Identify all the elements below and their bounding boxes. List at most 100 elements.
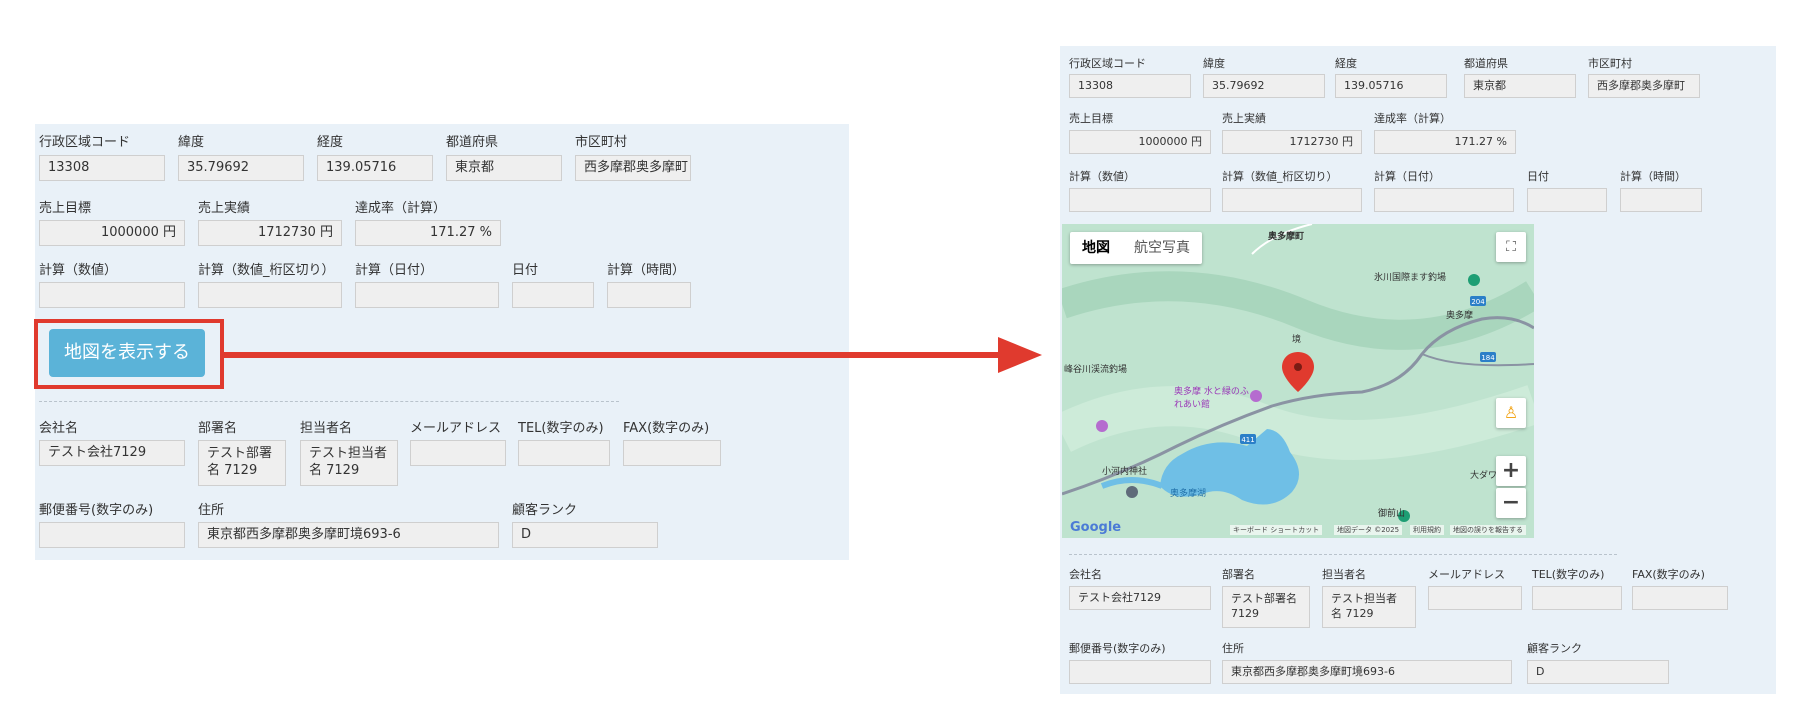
label-address: 住所 xyxy=(1222,642,1244,655)
place-fishing: 氷川国際ます釣場 xyxy=(1374,273,1447,283)
place-town: 奥多摩町 xyxy=(1268,232,1305,242)
map-tab-satellite[interactable]: 航空写真 xyxy=(1122,232,1202,264)
place-shrine: 小河内神社 xyxy=(1102,467,1148,477)
label-sales-actual: 売上実績 xyxy=(198,201,251,216)
longitude-field[interactable]: 139.05716 xyxy=(1335,74,1447,98)
department-field[interactable]: テスト部署名 7129 xyxy=(1222,586,1310,628)
email-field[interactable] xyxy=(1428,586,1522,610)
calc-date-field[interactable] xyxy=(1374,188,1514,212)
prefecture-field[interactable]: 東京都 xyxy=(1464,74,1576,98)
arrow-line xyxy=(224,352,1004,358)
label-longitude: 経度 xyxy=(1335,57,1357,70)
admin-code-field[interactable]: 13308 xyxy=(1069,74,1191,98)
map-footer-shortcuts[interactable]: キーボード ショートカット xyxy=(1230,525,1323,535)
place-park: 奥多摩 水と緑のふれあい館 xyxy=(1174,387,1249,410)
route-184-label: 184 xyxy=(1481,354,1495,362)
label-calc-time: 計算（時間） xyxy=(1620,170,1686,183)
label-zip: 郵便番号(数字のみ) xyxy=(39,503,154,518)
label-rank: 顧客ランク xyxy=(1527,642,1582,655)
map-footer-data: 地図データ ©2025 xyxy=(1334,525,1403,535)
label-longitude: 経度 xyxy=(317,135,344,150)
fishing-poi-icon[interactable] xyxy=(1468,274,1480,286)
label-calc-number: 計算（数値） xyxy=(39,263,118,278)
tel-field[interactable] xyxy=(518,440,610,466)
label-date: 日付 xyxy=(512,263,539,278)
sales-target-field[interactable]: 1000000 円 xyxy=(39,220,185,246)
zoom-in-icon[interactable]: + xyxy=(1496,456,1526,486)
label-sales-actual: 売上実績 xyxy=(1222,112,1266,125)
latitude-field[interactable]: 35.79692 xyxy=(1203,74,1325,98)
place-okutama: 奥多摩 xyxy=(1446,311,1474,321)
map-footer-terms[interactable]: 利用規約 xyxy=(1410,525,1444,535)
label-calc-number-sep: 計算（数値_桁区切り） xyxy=(198,263,335,278)
label-department: 部署名 xyxy=(198,421,238,436)
sales-actual-field[interactable]: 1712730 円 xyxy=(198,220,342,246)
label-fax: FAX(数字のみ) xyxy=(623,421,710,436)
place-valley: 峰谷川渓流釣場 xyxy=(1064,365,1128,375)
place-mountain: 御前山 xyxy=(1378,509,1406,519)
label-fax: FAX(数字のみ) xyxy=(1632,568,1705,581)
sales-actual-field[interactable]: 1712730 円 xyxy=(1222,130,1362,154)
calc-number-field[interactable] xyxy=(39,282,185,308)
city-field[interactable]: 西多摩郡奥多摩町 xyxy=(1588,74,1700,98)
pegman-icon[interactable]: ♙ xyxy=(1496,398,1526,428)
sales-target-field[interactable]: 1000000 円 xyxy=(1069,130,1211,154)
route-411-label: 411 xyxy=(1241,436,1254,444)
company-field[interactable]: テスト会社7129 xyxy=(39,440,185,466)
label-latitude: 緯度 xyxy=(1203,57,1225,70)
person-field[interactable]: テスト担当者名 7129 xyxy=(1322,586,1416,628)
map-footer-report[interactable]: 地図の誤りを報告する xyxy=(1450,525,1526,535)
zoom-out-icon[interactable]: − xyxy=(1496,488,1526,518)
label-city: 市区町村 xyxy=(1588,57,1632,70)
rank-field[interactable]: D xyxy=(1527,660,1669,684)
calc-number-field[interactable] xyxy=(1069,188,1211,212)
achievement-field[interactable]: 171.27 % xyxy=(355,220,501,246)
fullscreen-icon[interactable]: ⛶ xyxy=(1496,232,1526,262)
fax-field[interactable] xyxy=(1632,586,1728,610)
date-field[interactable] xyxy=(1527,188,1607,212)
label-company: 会社名 xyxy=(1069,568,1102,581)
label-prefecture: 都道府県 xyxy=(446,135,499,150)
email-field[interactable] xyxy=(410,440,506,466)
date-field[interactable] xyxy=(512,282,594,308)
calc-date-field[interactable] xyxy=(355,282,499,308)
map-canvas[interactable]: 204 184 411 xyxy=(1062,224,1534,538)
place-lake: 奥多摩湖 xyxy=(1170,489,1207,499)
latitude-field[interactable]: 35.79692 xyxy=(178,155,304,181)
poi-icon[interactable] xyxy=(1096,420,1108,432)
label-email: メールアドレス xyxy=(410,421,502,436)
longitude-field[interactable]: 139.05716 xyxy=(317,155,433,181)
achievement-field[interactable]: 171.27 % xyxy=(1374,130,1516,154)
fax-field[interactable] xyxy=(623,440,721,466)
tel-field[interactable] xyxy=(1532,586,1622,610)
admin-code-field[interactable]: 13308 xyxy=(39,155,165,181)
rank-field[interactable]: D xyxy=(512,522,658,548)
label-calc-number-sep: 計算（数値_桁区切り） xyxy=(1222,170,1338,183)
calc-number-sep-field[interactable] xyxy=(1222,188,1362,212)
form-panel-after: 行政区域コード 緯度 経度 都道府県 市区町村 13308 35.79692 1… xyxy=(1060,46,1776,694)
zip-field[interactable] xyxy=(39,522,185,548)
calc-time-field[interactable] xyxy=(1620,188,1702,212)
address-field[interactable]: 東京都西多摩郡奥多摩町境693-6 xyxy=(198,522,499,548)
label-email: メールアドレス xyxy=(1428,568,1505,581)
label-calc-number: 計算（数値） xyxy=(1069,170,1135,183)
arrow-head xyxy=(998,337,1042,373)
map-view[interactable]: 204 184 411 奥多摩町 氷川国際ます釣場 奥多摩 境 峰谷川渓流釣場 … xyxy=(1062,224,1534,538)
department-field[interactable]: テスト部署名 7129 xyxy=(198,440,286,486)
place-sakai: 境 xyxy=(1292,335,1302,345)
person-field[interactable]: テスト担当者名 7129 xyxy=(300,440,398,486)
address-field[interactable]: 東京都西多摩郡奥多摩町境693-6 xyxy=(1222,660,1512,684)
calc-time-field[interactable] xyxy=(607,282,691,308)
calc-number-sep-field[interactable] xyxy=(198,282,342,308)
zip-field[interactable] xyxy=(1069,660,1211,684)
map-type-control: 地図 航空写真 xyxy=(1070,232,1202,264)
company-field[interactable]: テスト会社7129 xyxy=(1069,586,1211,610)
label-admin-code: 行政区域コード xyxy=(39,135,131,150)
section-divider xyxy=(39,401,619,402)
map-tab-map[interactable]: 地図 xyxy=(1070,232,1122,264)
poi-icon[interactable] xyxy=(1126,486,1138,498)
label-rank: 顧客ランク xyxy=(512,503,578,518)
prefecture-field[interactable]: 東京都 xyxy=(446,155,562,181)
city-field[interactable]: 西多摩郡奥多摩町 xyxy=(575,155,691,181)
label-calc-time: 計算（時間） xyxy=(607,263,686,278)
